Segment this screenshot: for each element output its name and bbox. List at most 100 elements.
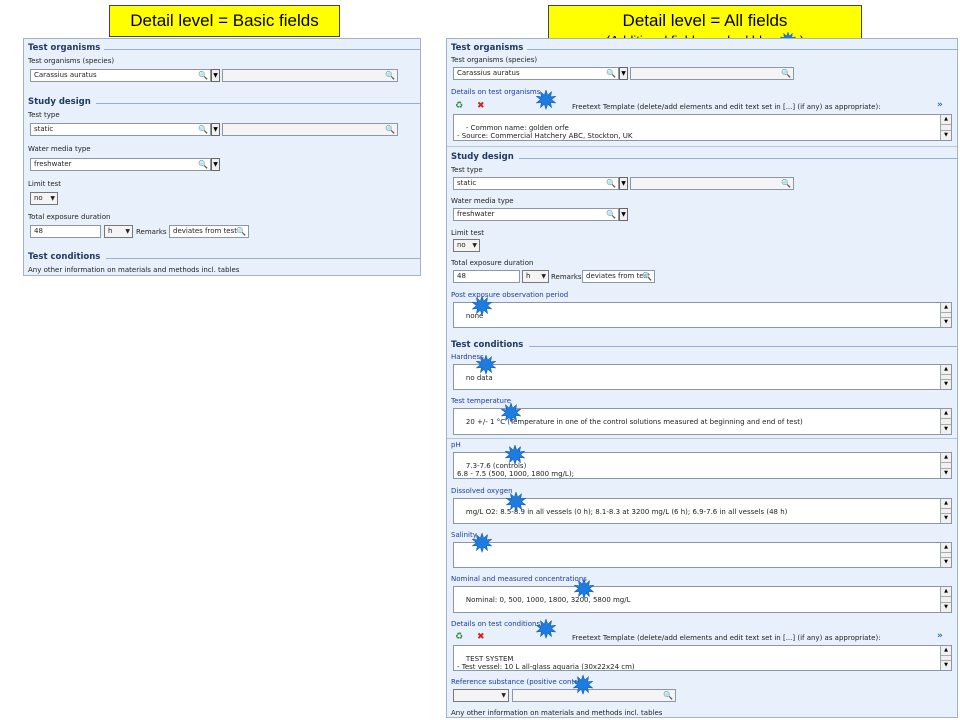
water-media-dropdown-button[interactable]: ▼ — [211, 158, 220, 171]
add-elements-icon[interactable]: ♻ — [455, 101, 463, 111]
oxygen-textarea[interactable]: mg/L O2: 8.5-8.9 in all vessels (0 h); 8… — [453, 498, 952, 524]
exposure-value-input[interactable]: 48 — [30, 225, 101, 238]
expand-icon[interactable]: » — [937, 631, 943, 641]
species-input[interactable]: Carassius auratus 🔍 — [30, 69, 211, 82]
chevron-down-icon: ▼ — [50, 195, 55, 202]
ph-value: 7.3-7.6 (controls) 6.8 - 7.5 (500, 1000,… — [457, 462, 574, 478]
water-media-value: freshwater — [34, 160, 72, 168]
add-elements-icon[interactable]: ♻ — [455, 632, 463, 642]
delete-icon[interactable]: ✖ — [477, 632, 485, 642]
test-type-secondary-input[interactable]: 🔍 — [630, 177, 794, 190]
post-exposure-label: Post exposure observation period — [451, 291, 569, 299]
species-secondary-input[interactable]: 🔍 — [222, 69, 398, 82]
magnifier-icon[interactable]: 🔍 — [385, 124, 395, 135]
species-input[interactable]: Carassius auratus 🔍 — [453, 67, 619, 80]
freetext-template-note: Freetext Template (delete/add elements a… — [572, 103, 881, 111]
test-type-input[interactable]: static 🔍 — [453, 177, 619, 190]
basic-fields-callout-text: Detail level = Basic fields — [130, 11, 319, 30]
post-exposure-textarea[interactable]: none ▲ ▼ — [453, 302, 952, 328]
magnifier-icon[interactable]: 🔍 — [198, 124, 208, 135]
species-value: Carassius auratus — [34, 71, 97, 79]
reference-input[interactable]: 🔍 — [512, 689, 676, 702]
water-media-input[interactable]: freshwater 🔍 — [30, 158, 211, 171]
exposure-unit-value: h — [526, 272, 531, 280]
species-label: Test organisms (species) — [28, 57, 115, 65]
magnifier-icon[interactable]: 🔍 — [642, 271, 652, 282]
exposure-value: 48 — [457, 272, 466, 280]
scrollbar[interactable]: ▲ ▼ — [940, 499, 951, 523]
water-media-dropdown-button[interactable]: ▼ — [619, 208, 628, 221]
chevron-down-icon: ▼ — [541, 273, 546, 280]
scrollbar[interactable]: ▲ ▼ — [940, 587, 951, 612]
scrollbar[interactable]: ▲ ▼ — [940, 115, 951, 140]
details-organisms-label: Details on test organisms — [451, 88, 541, 96]
scrollbar[interactable]: ▲ ▼ — [940, 646, 951, 670]
scrollbar[interactable]: ▲ ▼ — [940, 409, 951, 434]
star-icon — [573, 675, 593, 695]
exposure-unit-select[interactable]: h ▼ — [104, 225, 133, 238]
magnifier-icon[interactable]: 🔍 — [198, 70, 208, 81]
scrollbar[interactable]: ▲ ▼ — [940, 453, 951, 478]
exposure-label: Total exposure duration — [28, 213, 111, 221]
chevron-down-icon: ▼ — [472, 242, 477, 249]
scrollbar[interactable]: ▲ ▼ — [940, 543, 951, 567]
magnifier-icon[interactable]: 🔍 — [236, 226, 246, 237]
chevron-down-icon: ▼ — [501, 692, 506, 699]
hardness-textarea[interactable]: no data ▲ ▼ — [453, 364, 952, 390]
magnifier-icon[interactable]: 🔍 — [385, 70, 395, 81]
freetext-template-note: Freetext Template (delete/add elements a… — [572, 634, 881, 642]
species-dropdown-button[interactable]: ▼ — [211, 69, 220, 82]
species-secondary-input[interactable]: 🔍 — [630, 67, 794, 80]
magnifier-icon[interactable]: 🔍 — [606, 68, 616, 79]
magnifier-icon[interactable]: 🔍 — [663, 690, 673, 701]
magnifier-icon[interactable]: 🔍 — [606, 209, 616, 220]
section-divider — [96, 103, 420, 104]
species-dropdown-button[interactable]: ▼ — [619, 67, 628, 80]
section-divider — [106, 258, 420, 259]
expand-icon[interactable]: » — [937, 100, 943, 110]
scrollbar[interactable]: ▲ ▼ — [940, 365, 951, 389]
magnifier-icon[interactable]: 🔍 — [198, 159, 208, 170]
section-study-design: Study design — [451, 152, 514, 162]
limit-test-select[interactable]: no ▼ — [453, 239, 480, 252]
limit-test-value: no — [34, 194, 43, 202]
remarks-input[interactable]: deviates from test 🔍 — [582, 270, 655, 283]
star-icon — [472, 533, 492, 553]
magnifier-icon[interactable]: 🔍 — [781, 178, 791, 189]
concentrations-label: Nominal and measured concentrations — [451, 575, 587, 583]
limit-test-select[interactable]: no ▼ — [30, 192, 58, 205]
reference-label: Reference substance (positive control) — [451, 678, 586, 686]
test-type-secondary-input[interactable]: 🔍 — [222, 123, 398, 136]
test-type-input[interactable]: static 🔍 — [30, 123, 211, 136]
section-divider — [519, 158, 957, 159]
species-label: Test organisms (species) — [451, 56, 538, 64]
other-info-label: Any other information on materials and m… — [28, 266, 240, 274]
water-media-value: freshwater — [457, 210, 495, 218]
magnifier-icon[interactable]: 🔍 — [606, 178, 616, 189]
salinity-textarea[interactable]: ▲ ▼ — [453, 542, 952, 568]
temperature-textarea[interactable]: 20 +/- 1 °C (Temperature in one of the c… — [453, 408, 952, 435]
test-type-dropdown-button[interactable]: ▼ — [211, 123, 220, 136]
exposure-unit-select[interactable]: h ▼ — [522, 270, 549, 283]
remarks-label: Remarks — [551, 273, 582, 281]
delete-icon[interactable]: ✖ — [477, 101, 485, 111]
water-media-input[interactable]: freshwater 🔍 — [453, 208, 619, 221]
scrollbar[interactable]: ▲ ▼ — [940, 303, 951, 327]
exposure-value-input[interactable]: 48 — [453, 270, 520, 283]
section-test-conditions: Test conditions — [28, 252, 101, 262]
test-type-dropdown-button[interactable]: ▼ — [619, 177, 628, 190]
remarks-input[interactable]: deviates from test 🔍 — [169, 225, 249, 238]
water-media-label: Water media type — [28, 145, 91, 153]
limit-test-label: Limit test — [28, 180, 62, 188]
chevron-down-icon: ▼ — [125, 228, 130, 235]
ph-textarea[interactable]: 7.3-7.6 (controls) 6.8 - 7.5 (500, 1000,… — [453, 452, 952, 479]
magnifier-icon[interactable]: 🔍 — [781, 68, 791, 79]
basic-fields-callout: Detail level = Basic fields — [109, 5, 340, 37]
concentrations-textarea[interactable]: Nominal: 0, 500, 1000, 1800, 3200, 5800 … — [453, 586, 952, 613]
reference-select[interactable]: ▼ — [453, 689, 509, 702]
star-icon — [476, 355, 496, 375]
details-organisms-textarea[interactable]: - Common name: golden orfe - Source: Com… — [453, 114, 952, 141]
section-test-organisms: Test organisms — [451, 43, 524, 53]
details-conditions-textarea[interactable]: TEST SYSTEM - Test vessel: 10 L all-glas… — [453, 645, 952, 671]
section-test-conditions: Test conditions — [451, 340, 524, 350]
